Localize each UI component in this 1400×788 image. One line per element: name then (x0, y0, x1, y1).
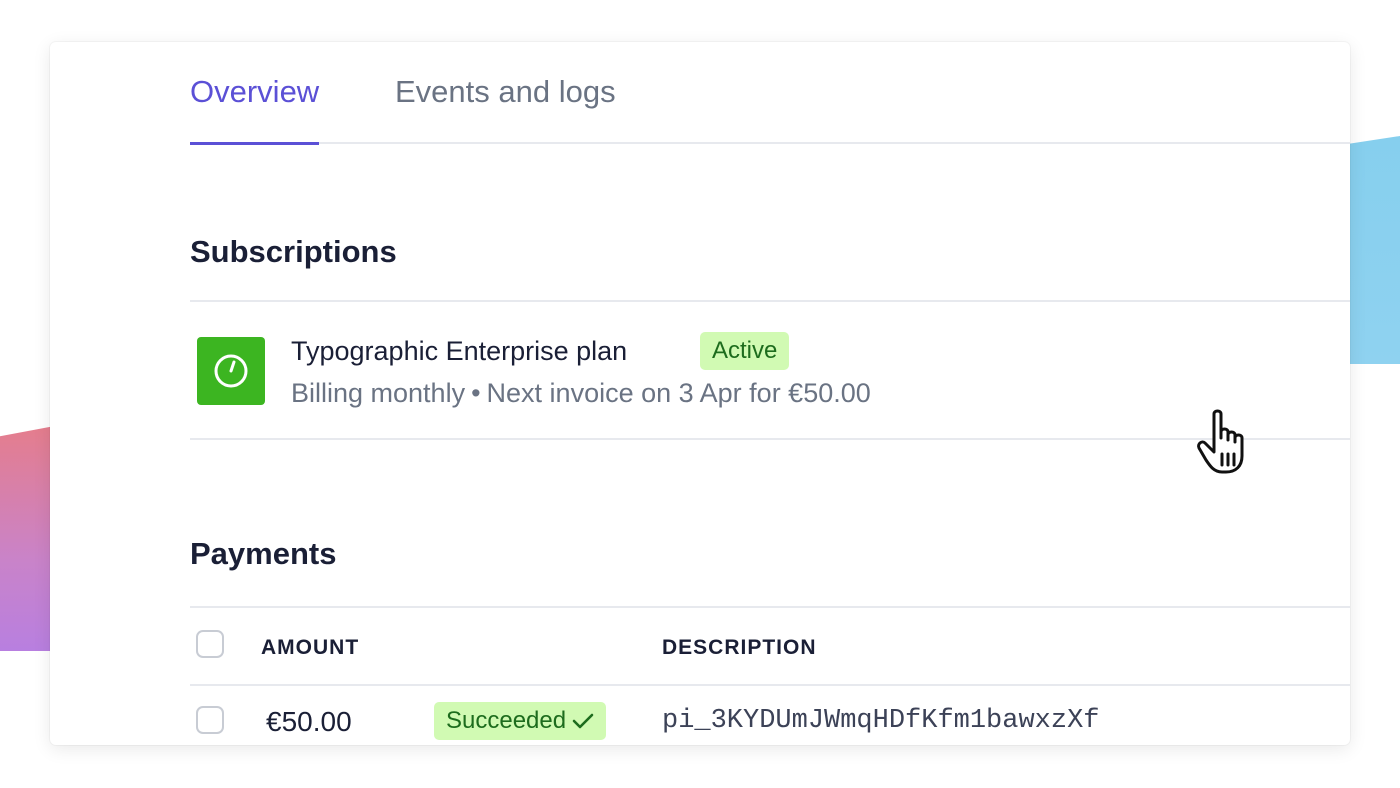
hand-pointer-cursor-icon (1196, 408, 1260, 483)
customer-detail-card: Overview Events and logs Subscriptions T… (50, 42, 1350, 745)
billing-frequency: Billing monthly (291, 378, 466, 408)
row-checkbox[interactable] (196, 706, 224, 734)
select-all-checkbox[interactable] (196, 630, 224, 658)
tab-events-and-logs[interactable]: Events and logs (395, 74, 616, 142)
check-icon (572, 707, 594, 734)
status-label: Succeeded (446, 707, 567, 734)
plan-name: Typographic Enterprise plan (291, 336, 628, 366)
subscriptions-heading: Subscriptions (190, 234, 397, 269)
clock-icon (197, 337, 265, 405)
payments-heading: Payments (190, 536, 337, 571)
payment-amount: €50.00 (266, 706, 352, 737)
status-badge: Succeeded (434, 702, 607, 740)
tab-bar: Overview Events and logs (190, 42, 1350, 145)
subscription-row[interactable]: Typographic Enterprise plan Active Billi… (190, 304, 1350, 438)
column-header-description: DESCRIPTION (662, 636, 817, 659)
divider (190, 684, 1350, 686)
next-invoice: Next invoice on 3 Apr for €50.00 (486, 378, 871, 408)
divider (190, 438, 1350, 440)
divider (190, 300, 1350, 302)
subscription-details: Billing monthly • Next invoice on 3 Apr fo… (291, 378, 871, 409)
column-header-amount: AMOUNT (261, 636, 360, 659)
tab-overview[interactable]: Overview (190, 74, 320, 145)
payment-description: pi_3KYDUmJWmqHDfKfm1bawxzXf (662, 706, 1100, 736)
separator-dot: • (471, 378, 481, 408)
divider (190, 606, 1350, 608)
status-badge: Active (700, 332, 790, 370)
